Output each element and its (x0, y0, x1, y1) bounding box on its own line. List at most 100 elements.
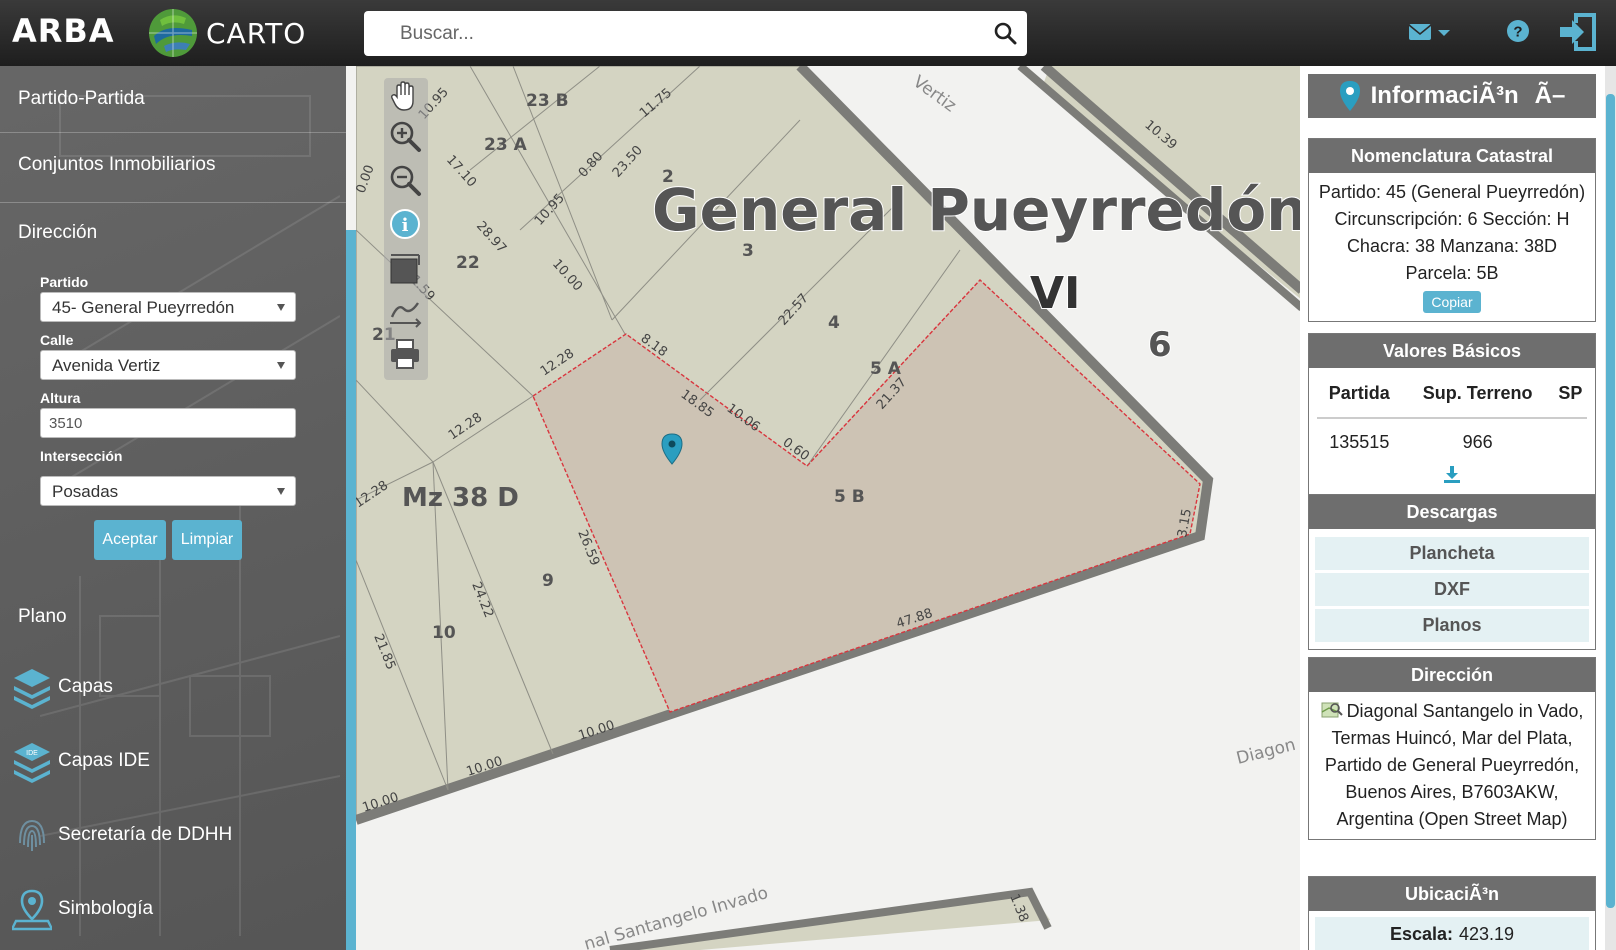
extent-icon (390, 254, 420, 284)
nomenclatura-heading: Nomenclatura Catastral (1309, 139, 1595, 173)
info-panel-collapse[interactable]: Ã– (1535, 82, 1566, 110)
capas-label: Capas (58, 676, 113, 697)
parcel-label: 23 B (526, 91, 569, 111)
parcel-label: 2 (662, 167, 674, 187)
column-header: SP (1553, 372, 1587, 419)
carto-logo[interactable]: CARTO (146, 4, 306, 62)
partido-select-value: 45- General Pueyrredón (52, 298, 235, 317)
table-row: 135515 966 (1317, 418, 1587, 460)
direccion-link[interactable]: Dirección (18, 222, 97, 244)
caret-down-icon (277, 304, 285, 311)
parcel-label: 10 (432, 623, 456, 643)
street-label: Diagon (1234, 735, 1297, 769)
sidebar-tool-capas[interactable]: Capas (12, 662, 113, 712)
interseccion-select[interactable]: Posadas (40, 476, 296, 506)
download-dxf[interactable]: DXF (1315, 573, 1589, 607)
calle-label: Calle (40, 332, 74, 348)
altura-label: Altura (40, 390, 81, 406)
svg-text:i: i (402, 215, 409, 236)
help-icon[interactable]: ? (1505, 18, 1531, 44)
ubicacion-heading: UbicaciÃ³n (1309, 877, 1595, 911)
sidebar-divider (0, 132, 346, 133)
conjuntos-inmobiliarios-link[interactable]: Conjuntos Inmobiliarios (18, 154, 216, 176)
extent-tool[interactable] (386, 248, 424, 288)
sidebar-divider (0, 202, 346, 203)
top-bar: ARBA CARTO ? (0, 0, 1616, 66)
arba-logo[interactable]: ARBA (12, 12, 115, 50)
interseccion-select-value: Posadas (52, 482, 119, 501)
scale-readout: Escala: 423.19 (1315, 917, 1589, 950)
plano-link[interactable]: Plano (18, 606, 67, 628)
info-tool[interactable]: i (386, 204, 424, 244)
fingerprint-icon (19, 819, 45, 851)
svg-text:IDE: IDE (26, 750, 38, 757)
partido-label: Partido (40, 274, 89, 290)
search-input[interactable] (364, 11, 964, 56)
copy-button[interactable]: Copiar (1423, 291, 1481, 313)
info-icon: i (390, 209, 420, 239)
circ-label: VI (1030, 268, 1080, 319)
sidebar-tool-capas-ide[interactable]: IDE Capas IDE (12, 736, 150, 786)
caret-down-icon (277, 362, 285, 369)
layers-icon (14, 669, 50, 709)
cadastral-map: General Pueyrredón VI 6 Mz 38 D 23 B 23 … (356, 66, 1302, 950)
download-planos[interactable]: Planos (1315, 609, 1589, 643)
ubicacion-body: Escala: 423.19 (1309, 917, 1595, 950)
table-cell (1554, 418, 1587, 460)
layers-ide-icon: IDE (14, 743, 50, 783)
zoom-in-tool[interactable] (386, 116, 424, 156)
search-bar (364, 11, 1027, 56)
sidebar: Partido-Partida Conjuntos Inmobiliarios … (0, 66, 346, 950)
section-label: 6 (1148, 325, 1172, 365)
accept-button[interactable]: Aceptar (94, 520, 166, 560)
caret-down-icon (277, 488, 285, 495)
partido-partida-link[interactable]: Partido-Partida (18, 88, 145, 110)
parcel-label: 22 (456, 253, 480, 273)
sidebar-tool-ddhh[interactable]: Secretaría de DDHH (12, 810, 232, 860)
direccion-heading: Dirección (1309, 658, 1595, 692)
map-canvas[interactable]: General Pueyrredón VI 6 Mz 38 D 23 B 23 … (356, 66, 1302, 950)
logout-icon[interactable] (1558, 10, 1598, 54)
sidebar-scrollbar[interactable] (346, 230, 356, 950)
capas-ide-label: Capas IDE (58, 750, 150, 771)
valores-body: Partida Sup. Terreno SP 135515 966 (1309, 368, 1595, 500)
pan-hand-icon (390, 81, 414, 111)
scale-value: 423.19 (1458, 923, 1515, 944)
info-panel-title: InformaciÃ³n (1370, 82, 1519, 109)
ubicacion-card: UbicaciÃ³n Escala: 423.19 (1308, 876, 1596, 950)
clear-button[interactable]: Limpiar (172, 520, 242, 560)
altura-input[interactable] (40, 408, 296, 438)
table-cell: 135515 (1329, 432, 1390, 452)
column-header: Sup. Terreno (1401, 372, 1554, 419)
zoom-out-tool[interactable] (386, 160, 424, 200)
print-tool[interactable] (386, 334, 424, 374)
download-plancheta[interactable]: Plancheta (1315, 537, 1589, 571)
zoom-out-icon (390, 165, 421, 196)
simbologia-label: Simbología (58, 898, 154, 919)
calle-select-value: Avenida Vertiz (52, 356, 161, 375)
descargas-card: Descargas Plancheta DXF Planos (1308, 494, 1596, 650)
district-label: General Pueyrredón (652, 176, 1302, 244)
partido-select[interactable]: 45- General Pueyrredón (40, 292, 296, 322)
parcel-label: 4 (828, 313, 840, 333)
panel-scrollbar-thumb[interactable] (1606, 94, 1615, 908)
column-header: Partida (1317, 372, 1402, 419)
descargas-heading: Descargas (1309, 495, 1595, 529)
map-pin-icon (12, 889, 52, 931)
nomenclatura-body: Partido: 45 (General Pueyrredón) Circuns… (1309, 173, 1595, 321)
interseccion-label: Intersección (40, 448, 123, 464)
envelope-icon[interactable] (1408, 18, 1452, 48)
sidebar-tool-simbologia[interactable]: Simbología (12, 884, 153, 934)
info-panel-header: InformaciÃ³n Ã– (1308, 74, 1596, 118)
cadastral-map-watermark (40, 95, 340, 936)
descargas-body: Plancheta DXF Planos (1309, 529, 1595, 649)
search-icon[interactable] (993, 21, 1017, 45)
parcel-label: 23 A (484, 135, 528, 155)
pan-hand-tool[interactable] (386, 76, 424, 116)
valores-card: Valores Básicos Partida Sup. Terreno SP … (1308, 333, 1596, 501)
ddhh-label: Secretaría de DDHH (58, 824, 233, 845)
panel-scrollbar[interactable] (1605, 66, 1616, 950)
download-icon[interactable] (1442, 464, 1462, 484)
calle-select[interactable]: Avenida Vertiz (40, 350, 296, 380)
measure-tool[interactable] (386, 292, 424, 332)
